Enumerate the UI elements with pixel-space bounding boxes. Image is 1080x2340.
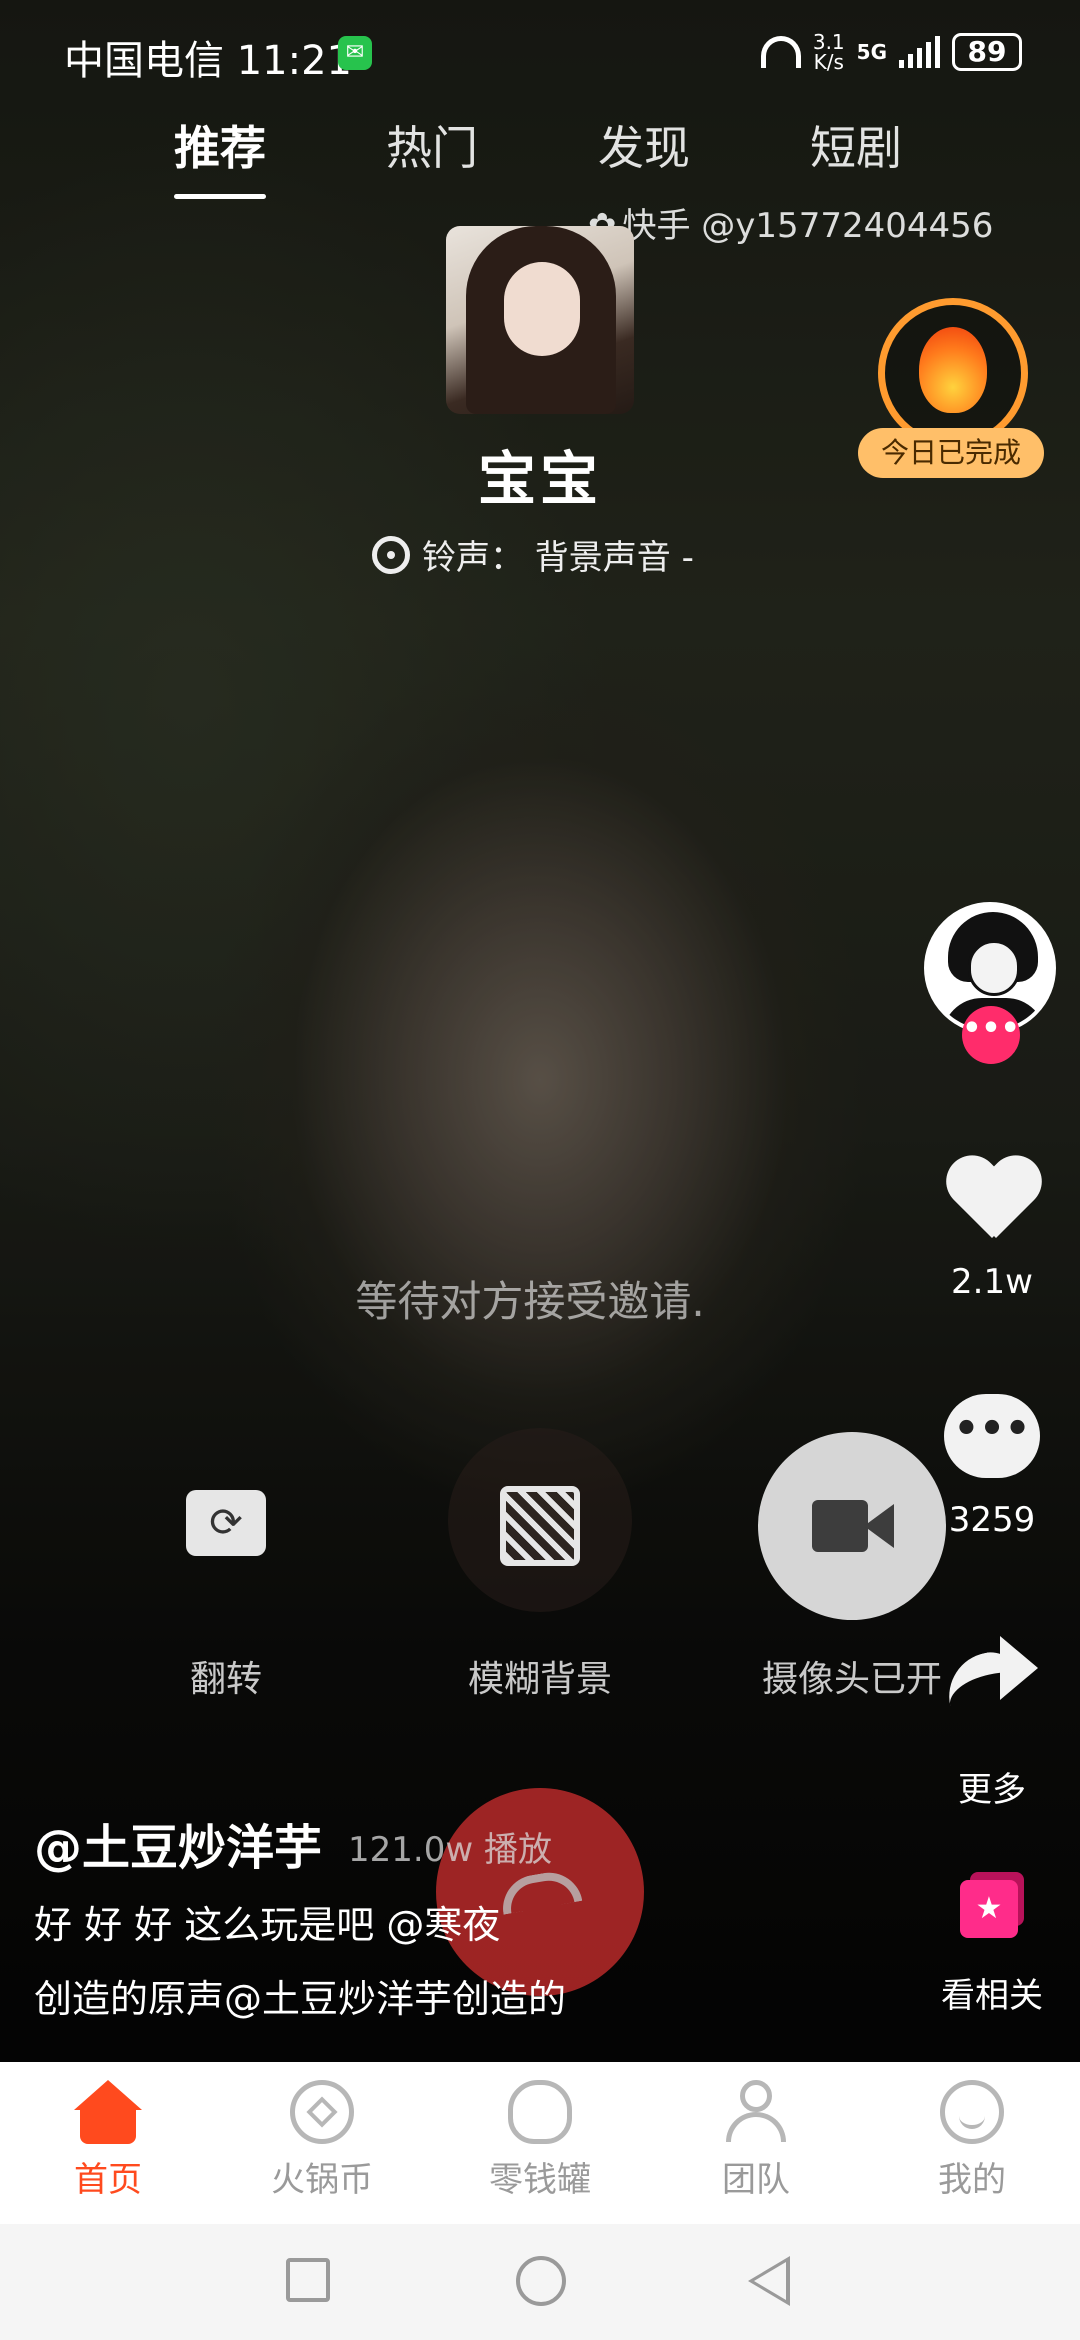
tab-hot[interactable]: 热门: [386, 112, 478, 178]
caption-line-2[interactable]: 创造的原声@土豆炒洋芋创造的: [34, 1968, 566, 2023]
net-speed: 3.1 K/s: [813, 32, 845, 72]
tab-recommend[interactable]: 推荐: [174, 112, 266, 178]
coin-icon: [290, 2080, 354, 2144]
home-icon: [74, 2080, 142, 2144]
status-bar: 中国电信 11:21 ✉ 3.1 K/s 5G 89: [0, 28, 1080, 84]
nav-team-label: 团队: [722, 2160, 790, 2200]
watermark: ✿快手 @y15772404456: [588, 198, 999, 247]
comment-count: 3259: [948, 1500, 1036, 1540]
video-camera-icon: [812, 1500, 868, 1552]
contact-avatar: [446, 226, 634, 414]
bottom-nav: 首页 火锅币 零钱罐 团队 我的: [0, 2062, 1080, 2224]
share-arrow-icon[interactable]: [940, 1632, 1038, 1718]
like-count: 2.1w: [951, 1262, 1033, 1302]
net-speed-unit: K/s: [813, 50, 844, 74]
home-circle-icon[interactable]: [516, 2256, 566, 2306]
music-disc-icon: [372, 535, 410, 574]
camera-status-label: 摄像头已开: [761, 1659, 942, 1700]
tab-active-indicator: [174, 194, 266, 199]
play-count: 121.0w 播放: [348, 1830, 552, 1870]
profile-icon: [940, 2080, 1004, 2144]
related-star-icon[interactable]: ★: [960, 1880, 1018, 1938]
flip-label: 翻转: [189, 1659, 262, 1700]
nav-team[interactable]: 团队: [686, 2080, 826, 2201]
nav-home[interactable]: 首页: [38, 2080, 178, 2201]
status-right: 3.1 K/s 5G 89: [760, 32, 1022, 72]
related-label: 看相关: [941, 1976, 1043, 2016]
network-type: 5G: [856, 40, 887, 64]
nav-home-label: 首页: [74, 2160, 142, 2200]
battery-level: 89: [967, 35, 1007, 68]
contact-name: 宝宝: [477, 445, 602, 513]
waiting-status: 等待对方接受邀请.: [355, 1277, 705, 1326]
tab-short-drama[interactable]: 短剧: [810, 112, 902, 178]
nav-profile[interactable]: 我的: [902, 2080, 1042, 2201]
team-icon: [724, 2080, 788, 2144]
back-triangle-icon[interactable]: [748, 2256, 790, 2306]
piggy-bank-icon: [508, 2080, 572, 2144]
nav-coin[interactable]: 火锅币: [252, 2080, 392, 2201]
fire-task-button[interactable]: [878, 298, 1028, 448]
like-heart-icon[interactable]: [944, 1158, 1040, 1246]
system-nav-bar: [0, 2224, 1080, 2340]
status-carrier-time: 中国电信 11:21: [64, 28, 352, 86]
signal-icon: [899, 36, 940, 68]
recent-apps-icon[interactable]: [286, 2258, 330, 2302]
blur-background-icon: [500, 1486, 580, 1566]
blur-background-label: 模糊背景: [467, 1659, 612, 1700]
more-label: 更多: [958, 1770, 1026, 1810]
camera-toggle-button[interactable]: [758, 1432, 946, 1620]
nav-piggy-bank[interactable]: 零钱罐: [470, 2080, 610, 2201]
ringtone-info[interactable]: 铃声： 背景声音 -: [372, 530, 694, 579]
post-author[interactable]: @土豆炒洋芋: [34, 1808, 322, 1878]
comment-icon[interactable]: •••: [944, 1394, 1040, 1478]
wechat-icon: ✉: [338, 36, 372, 70]
top-tabs: 推荐 热门 发现 短剧: [0, 112, 1080, 202]
nav-piggy-bank-label: 零钱罐: [489, 2160, 591, 2200]
nav-coin-label: 火锅币: [271, 2160, 373, 2200]
screen: 中国电信 11:21 ✉ 3.1 K/s 5G 89 推荐 热门 发现 短剧 ✿…: [0, 0, 1080, 2340]
carrier-text: 中国电信: [64, 38, 224, 84]
clock-text: 11:21: [236, 38, 352, 84]
hang-up-button[interactable]: [436, 1788, 644, 1996]
speedometer-icon: [760, 36, 801, 68]
camera-flip-icon[interactable]: ⟳: [186, 1490, 266, 1556]
more-dots-button[interactable]: •••: [962, 1006, 1020, 1064]
fire-icon: [919, 327, 987, 413]
battery-icon: 89: [952, 33, 1022, 71]
net-speed-value: 3.1: [812, 30, 845, 54]
caption-line-1[interactable]: 好 好 好 这么玩是吧 @寒夜: [34, 1894, 500, 1949]
tab-discover[interactable]: 发现: [598, 112, 690, 178]
watermark-text: 快手 @y15772404456: [622, 206, 994, 246]
nav-profile-label: 我的: [938, 2160, 1006, 2200]
phone-hangup-icon: [497, 1867, 583, 1915]
ringtone-text: 铃声： 背景声音 -: [422, 538, 694, 578]
